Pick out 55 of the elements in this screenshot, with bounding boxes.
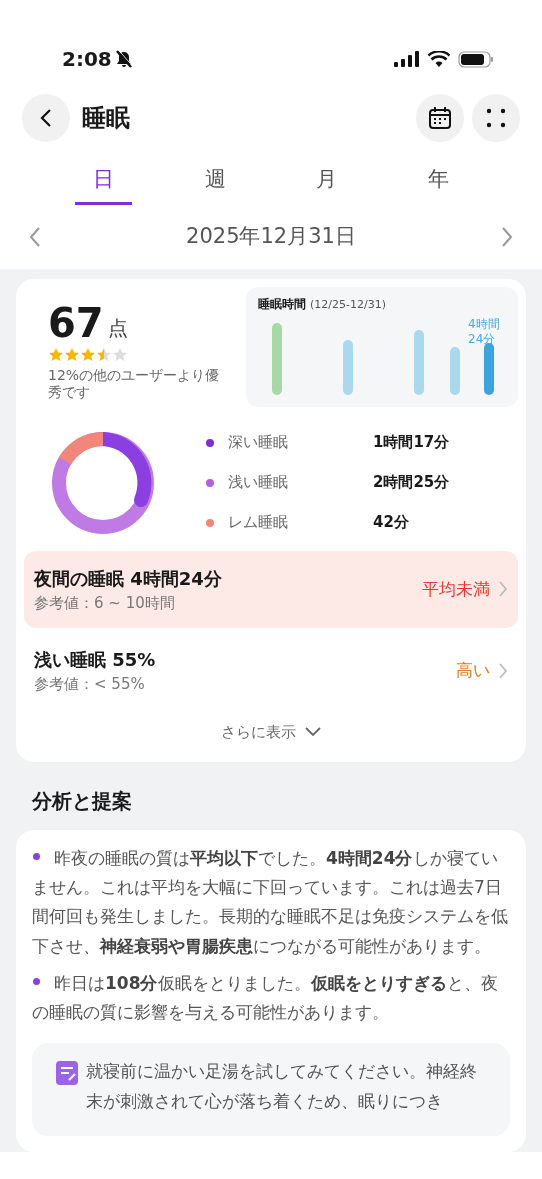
calendar-icon <box>428 106 452 130</box>
battery-icon <box>458 50 494 68</box>
dots-icon <box>486 108 506 128</box>
stage-name: 浅い睡眠 <box>228 472 289 494</box>
metric-row[interactable]: 夜間の睡眠 4時間24分 参考値：6 ~ 10時間 平均未満 <box>24 550 518 628</box>
analysis-text: 昨日は108分仮眠をとりました。仮眠をとりすぎると、夜の睡眠の質に影響を与える可能性があります。 <box>32 968 510 1028</box>
chart-bar <box>343 339 353 395</box>
chevron-right-icon <box>498 661 508 680</box>
page-title: 睡眠 <box>82 103 131 134</box>
star-icon <box>80 346 96 363</box>
chevron-right-icon <box>498 580 508 599</box>
date-label: 2025年12月31日 <box>186 222 356 250</box>
sleep-score: 67 <box>48 302 104 343</box>
chart-title: 睡眠時間 <box>258 295 306 313</box>
period-tab[interactable]: 年 <box>409 156 467 205</box>
section-title: 分析と提案 <box>31 788 133 815</box>
metric-row[interactable]: 浅い睡眠 55% 参考値：< 55% 高い <box>24 632 518 710</box>
analysis-text: 昨夜の睡眠の質は平均以下でした。4時間24分しか寝ていません。これは平均を大幅に下回っています。これは過去7日間何回も発生しました。長期的な睡眠不足は免疫システムを低下させ、神経衰弱や胃腸疾患につながる可能性があります。 <box>32 844 510 961</box>
stage-duration: 1時間17分 <box>373 432 450 454</box>
chart-bar <box>414 329 424 395</box>
star-icon <box>96 346 112 363</box>
tip-text: 就寝前に温かい足湯を試してみてください。神経終末が刺激されて心が落ち着くため、眠りにつき <box>86 1060 478 1113</box>
chart-bar <box>450 346 460 395</box>
metric-status: 平均未満 <box>422 577 490 601</box>
latest-duration-label: 4時間24分 <box>468 316 501 348</box>
metric-title: 夜間の睡眠 4時間24分 <box>34 566 223 591</box>
star-icon <box>48 346 64 363</box>
show-more-button[interactable]: さらに表示 <box>207 713 335 750</box>
chevron-down-icon <box>303 726 322 737</box>
stage-duration: 42分 <box>373 512 409 534</box>
wifi-icon <box>428 51 450 67</box>
calendar-button[interactable] <box>416 94 464 142</box>
star-icon <box>112 346 128 363</box>
comparison-text: 12%の他のユーザーより優秀です <box>48 366 221 402</box>
metric-title: 浅い睡眠 55% <box>34 648 157 672</box>
period-tab[interactable]: 週 <box>186 156 244 205</box>
metric-reference: 参考値：6 ~ 10時間 <box>34 592 176 614</box>
chart-range: (12/25-12/31) <box>310 296 386 313</box>
back-icon <box>40 108 52 128</box>
score-unit: 点 <box>107 314 128 342</box>
stage-name: 深い睡眠 <box>228 432 289 454</box>
more-button[interactable] <box>472 94 520 142</box>
note-icon <box>56 1061 78 1086</box>
signal-icon <box>394 51 420 67</box>
stage-name: レム睡眠 <box>228 512 289 534</box>
metric-reference: 参考値：< 55% <box>34 674 146 695</box>
star-icon <box>64 346 80 363</box>
status-time: 2:08 <box>62 46 112 73</box>
chevron-right-icon <box>501 226 513 248</box>
back-button[interactable] <box>22 94 70 142</box>
metric-status: 高い <box>456 659 490 682</box>
stage-duration: 2時間25分 <box>373 472 450 494</box>
period-tab[interactable]: 月 <box>298 156 356 205</box>
chevron-left-icon <box>29 226 41 248</box>
period-tab[interactable]: 日 <box>75 156 133 205</box>
